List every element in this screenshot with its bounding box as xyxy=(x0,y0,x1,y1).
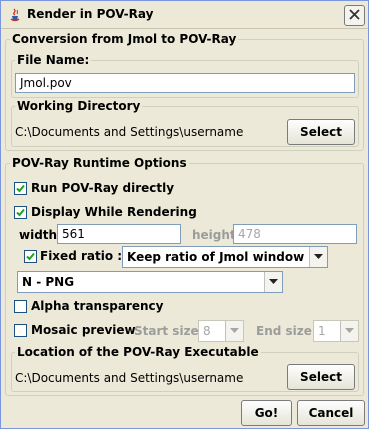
close-button[interactable] xyxy=(344,5,365,26)
fixed-ratio-label: Fixed ratio : xyxy=(40,249,123,263)
width-input[interactable]: 561 xyxy=(57,224,181,244)
chevron-down-icon xyxy=(264,272,282,292)
run-directly-checkbox[interactable] xyxy=(14,182,27,195)
start-size-label: Start size : xyxy=(134,324,208,338)
chevron-down-icon xyxy=(309,247,327,267)
alpha-transparency-label: Alpha transparency xyxy=(31,299,164,313)
mosaic-preview-checkbox[interactable] xyxy=(14,324,27,337)
start-size-select[interactable]: 8 xyxy=(198,320,244,342)
working-directory-path: C:\Documents and Settings\username xyxy=(15,125,244,139)
ratio-select-value: Keep ratio of Jmol window xyxy=(127,250,305,264)
ratio-select[interactable]: Keep ratio of Jmol window xyxy=(122,246,328,268)
close-icon xyxy=(349,8,360,23)
display-rendering-label: Display While Rendering xyxy=(31,205,197,219)
format-select-value: N - PNG xyxy=(22,275,75,289)
end-size-label: End size : xyxy=(256,324,321,338)
window-title: Render in POV-Ray xyxy=(27,7,154,21)
file-name-legend: File Name: xyxy=(15,53,92,67)
executable-legend: Location of the POV-Ray Executable xyxy=(15,345,261,359)
fixed-ratio-checkbox[interactable] xyxy=(24,250,37,263)
go-button[interactable]: Go! xyxy=(241,400,292,426)
file-name-input[interactable]: Jmol.pov xyxy=(15,73,355,93)
display-rendering-checkbox[interactable] xyxy=(14,206,27,219)
java-app-icon xyxy=(7,7,23,23)
conversion-legend: Conversion from Jmol to POV-Ray xyxy=(10,32,239,46)
format-select[interactable]: N - PNG xyxy=(17,271,283,293)
cancel-button[interactable]: Cancel xyxy=(297,400,365,426)
working-directory-select-button[interactable]: Select xyxy=(287,119,355,145)
mosaic-preview-label: Mosaic preview xyxy=(31,323,136,337)
end-size-value: 1 xyxy=(318,324,326,338)
width-label: width: xyxy=(19,228,62,242)
height-input[interactable]: 478 xyxy=(233,224,357,244)
run-directly-label: Run POV-Ray directly xyxy=(31,181,175,195)
end-size-select[interactable]: 1 xyxy=(313,320,359,342)
executable-path: C:\Documents and Settings\username xyxy=(15,371,244,385)
start-size-value: 8 xyxy=(203,324,211,338)
chevron-down-icon xyxy=(225,321,243,341)
chevron-down-icon xyxy=(340,321,358,341)
title-bar: Render in POV-Ray xyxy=(1,1,368,29)
working-directory-legend: Working Directory xyxy=(15,99,143,113)
executable-select-button[interactable]: Select xyxy=(287,364,355,390)
render-dialog: Render in POV-Ray Conversion from Jmol t… xyxy=(0,0,369,429)
alpha-transparency-checkbox[interactable] xyxy=(14,300,27,313)
runtime-options-legend: POV-Ray Runtime Options xyxy=(10,156,189,170)
